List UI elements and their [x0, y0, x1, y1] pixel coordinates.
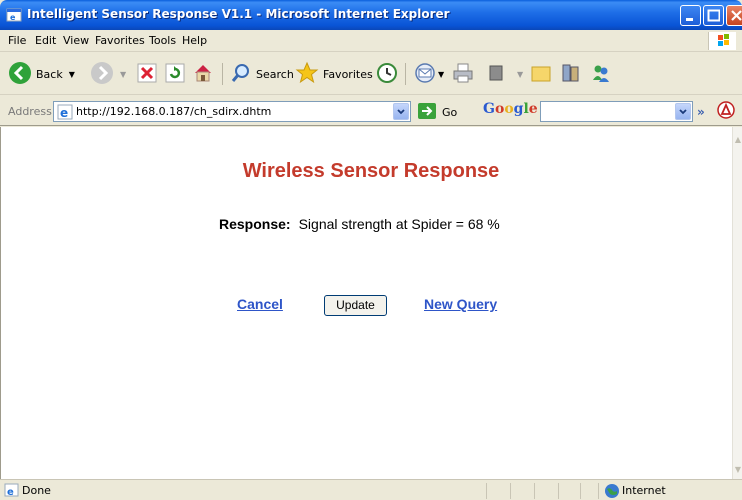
menu-tools[interactable]: Tools	[149, 34, 176, 47]
scroll-down-icon[interactable]: ▼	[733, 465, 742, 479]
menu-bar: File Edit View Favorites Tools Help	[0, 30, 742, 52]
cancel-link[interactable]: Cancel	[237, 296, 283, 312]
go-arrow-icon	[417, 102, 437, 123]
status-divider	[558, 483, 559, 499]
back-label: Back	[36, 67, 63, 81]
status-divider	[598, 483, 599, 499]
internet-zone-icon	[604, 483, 620, 500]
favorites-button[interactable]: Favorites	[295, 61, 373, 87]
address-url: http://192.168.0.187/ch_sdirx.dhtm	[76, 105, 272, 118]
back-arrow-icon	[8, 61, 32, 88]
history-icon	[376, 62, 398, 87]
close-button[interactable]	[726, 5, 742, 26]
back-dropdown-icon[interactable]: ▼	[69, 70, 75, 79]
standard-toolbar: Back ▼ ▼ Search Favorites ▼ ▼	[0, 53, 742, 95]
svg-text:e: e	[7, 487, 14, 497]
security-zone-label: Internet	[622, 484, 666, 497]
google-search-dropdown-button[interactable]	[675, 103, 691, 120]
forward-button[interactable]: ▼	[90, 61, 126, 87]
go-label: Go	[442, 106, 458, 119]
status-bar: e Done Internet	[0, 479, 742, 500]
page-body: Wireless Sensor Response Response: Signal…	[0, 127, 732, 479]
favorites-star-icon	[295, 61, 319, 88]
edit-dropdown-icon[interactable]: ▼	[517, 70, 523, 79]
toolbar-overflow-chevron-icon[interactable]: »	[697, 105, 705, 119]
stop-button[interactable]	[136, 61, 158, 87]
svg-text:e: e	[60, 106, 68, 120]
menu-view[interactable]: View	[63, 34, 89, 47]
home-icon	[192, 62, 214, 87]
forward-arrow-icon	[90, 61, 114, 88]
research-icon	[560, 62, 582, 87]
messenger-button[interactable]	[590, 61, 612, 87]
refresh-icon	[164, 62, 186, 87]
address-label: Address	[8, 105, 52, 118]
svg-text:e: e	[10, 13, 16, 22]
stop-icon	[136, 62, 158, 87]
edit-button[interactable]: ▼	[487, 61, 523, 87]
folder-icon	[530, 62, 552, 87]
go-button[interactable]: Go	[417, 102, 457, 123]
address-bar: Address e http://192.168.0.187/ch_sdirx.…	[0, 96, 742, 126]
print-icon	[452, 62, 474, 87]
history-button[interactable]	[376, 61, 398, 87]
research-button[interactable]	[560, 61, 582, 87]
status-divider	[534, 483, 535, 499]
toolbar-separator	[222, 63, 223, 85]
status-divider	[580, 483, 581, 499]
page-icon: e	[57, 104, 73, 123]
menu-edit[interactable]: Edit	[35, 34, 56, 47]
update-button[interactable]: Update	[324, 295, 387, 316]
response-label: Response:	[219, 216, 291, 232]
menu-file[interactable]: File	[8, 34, 26, 47]
refresh-button[interactable]	[164, 61, 186, 87]
windows-logo-icon	[708, 32, 736, 50]
google-search-input[interactable]	[540, 101, 693, 122]
back-button[interactable]: Back ▼	[8, 61, 75, 87]
status-divider	[510, 483, 511, 499]
search-label: Search	[256, 67, 294, 81]
address-dropdown-button[interactable]	[393, 103, 409, 120]
search-icon	[230, 62, 252, 87]
mail-button[interactable]: ▼	[414, 61, 444, 87]
mail-dropdown-icon[interactable]: ▼	[438, 70, 444, 79]
print-button[interactable]	[452, 61, 474, 87]
forward-dropdown-icon[interactable]: ▼	[120, 70, 126, 79]
page-heading: Wireless Sensor Response	[242, 160, 500, 182]
favorites-label: Favorites	[323, 67, 373, 81]
minimize-button[interactable]	[680, 5, 701, 26]
address-input[interactable]: e http://192.168.0.187/ch_sdirx.dhtm	[53, 101, 411, 122]
mail-icon	[414, 62, 438, 87]
response-value: Signal strength at Spider = 68 %	[298, 216, 500, 232]
home-button[interactable]	[192, 61, 214, 87]
title-bar: e Intelligent Sensor Response V1.1 - Mic…	[0, 0, 742, 30]
menu-help[interactable]: Help	[182, 34, 207, 47]
search-button[interactable]: Search	[230, 61, 294, 87]
maximize-button[interactable]	[703, 5, 724, 26]
new-query-link[interactable]: New Query	[424, 296, 497, 312]
discuss-button[interactable]	[530, 61, 552, 87]
response-line: Response: Signal strength at Spider = 68 …	[219, 216, 500, 232]
google-toolbar-button[interactable]: Google ▾	[483, 101, 545, 117]
menu-favorites[interactable]: Favorites	[95, 34, 145, 47]
scroll-up-icon[interactable]: ▲	[733, 135, 742, 149]
ie-app-icon: e	[6, 7, 22, 23]
window-title: Intelligent Sensor Response V1.1 - Micro…	[27, 7, 450, 21]
toolbar-separator	[405, 63, 406, 85]
page-done-icon: e	[4, 483, 20, 500]
status-text: Done	[22, 484, 51, 497]
status-divider	[486, 483, 487, 499]
pdf-icon[interactable]	[717, 101, 735, 122]
messenger-icon	[590, 62, 612, 87]
edit-icon	[487, 62, 507, 87]
